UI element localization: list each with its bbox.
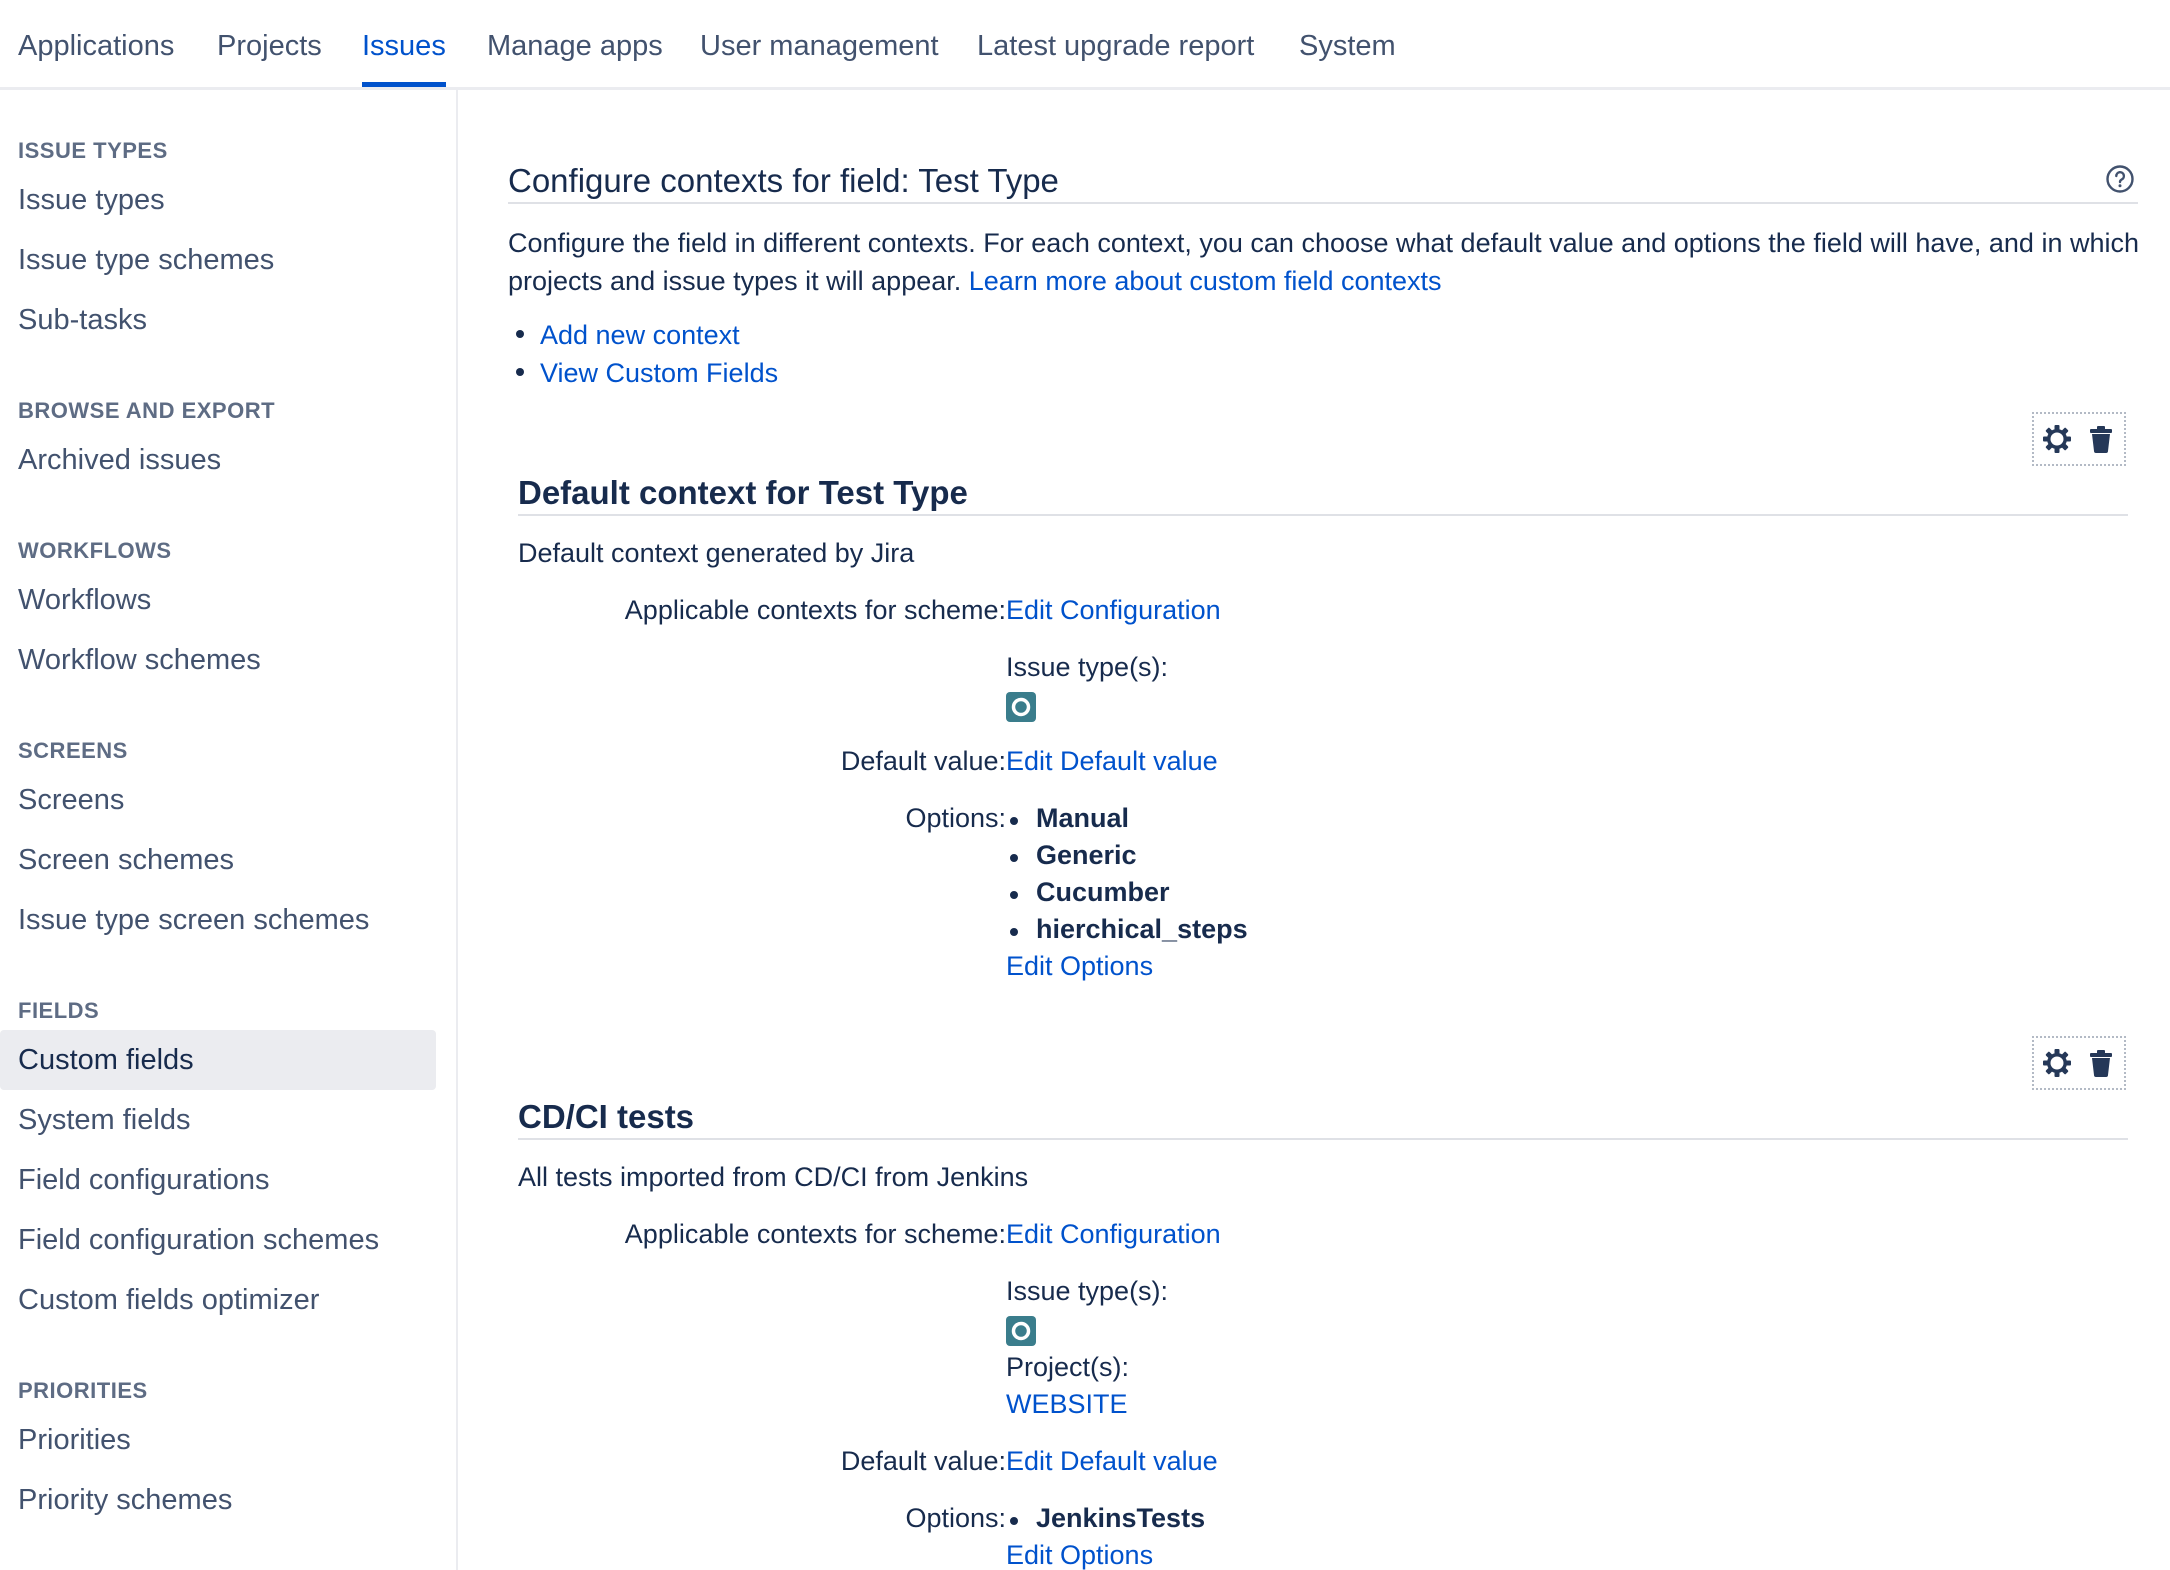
gear-icon[interactable] <box>2041 1047 2073 1079</box>
context-description: Default context generated by Jira <box>518 538 915 568</box>
project-link-website[interactable]: WEBSITE <box>1006 1389 1128 1420</box>
sidebar-item-priorities[interactable]: Priorities <box>0 1410 436 1470</box>
learn-more-link[interactable]: Learn more about custom field contexts <box>969 266 1442 296</box>
context-title: CD/CI tests <box>518 1098 695 1135</box>
edit-configuration-link[interactable]: Edit Configuration <box>1006 595 1221 626</box>
page-title: Configure contexts for field: Test Type <box>508 162 1059 199</box>
tab-latest-upgrade-report[interactable]: Latest upgrade report <box>977 30 1254 63</box>
projects-label: Project(s): <box>1006 1352 1130 1382</box>
sidebar-item-priority-schemes[interactable]: Priority schemes <box>0 1470 436 1530</box>
edit-default-value-link[interactable]: Edit Default value <box>1006 1446 1218 1477</box>
context-description: All tests imported from CD/CI from Jenki… <box>518 1162 1029 1192</box>
sidebar-item-screen-schemes[interactable]: Screen schemes <box>0 830 436 890</box>
sidebar-heading-workflows: WORKFLOWS <box>18 538 172 563</box>
tab-issues[interactable]: Issues <box>362 30 446 87</box>
default-value-label: Default value: <box>840 746 1006 776</box>
issue-types-label: Issue type(s): <box>1006 652 1169 682</box>
list-item: Cucumber <box>1010 877 1170 908</box>
test-issue-type-icon <box>1006 1316 1036 1346</box>
tab-user-management[interactable]: User management <box>700 30 939 63</box>
sidebar-item-issue-type-screen-schemes[interactable]: Issue type screen schemes <box>0 890 436 950</box>
edit-options-link[interactable]: Edit Options <box>1006 1540 1153 1570</box>
context-divider <box>518 514 2128 516</box>
main-content: Configure contexts for field: Test Type … <box>458 90 2170 1570</box>
title-divider <box>508 202 2138 204</box>
test-issue-type-icon <box>1006 692 1036 722</box>
tab-projects[interactable]: Projects <box>217 30 322 63</box>
issue-types-label: Issue type(s): <box>1006 1276 1169 1306</box>
tab-manage-apps[interactable]: Manage apps <box>487 30 663 63</box>
options-label: Options: <box>905 1503 1006 1533</box>
sidebar-heading-screens: SCREENS <box>18 738 128 763</box>
sidebar-item-sub-tasks[interactable]: Sub-tasks <box>0 290 436 350</box>
sidebar-item-issue-type-schemes[interactable]: Issue type schemes <box>0 230 436 290</box>
list-item: View Custom Fields <box>516 358 778 389</box>
edit-configuration-link[interactable]: Edit Configuration <box>1006 1219 1221 1250</box>
sidebar-item-custom-fields-optimizer[interactable]: Custom fields optimizer <box>0 1270 436 1330</box>
context-divider <box>518 1138 2128 1140</box>
page-description: Configure the field in different context… <box>508 228 2139 296</box>
sidebar-heading-issue-types: ISSUE TYPES <box>18 138 168 163</box>
sidebar-item-workflows[interactable]: Workflows <box>0 570 436 630</box>
applicable-contexts-label: Applicable contexts for scheme: <box>624 1219 1006 1249</box>
add-new-context-link[interactable]: Add new context <box>540 320 740 350</box>
list-item: Generic <box>1010 840 1137 871</box>
sidebar-item-custom-fields[interactable]: Custom fields <box>0 1030 436 1090</box>
list-item: JenkinsTests <box>1010 1503 1205 1534</box>
question-circle-icon[interactable] <box>2105 164 2135 194</box>
sidebar-item-archived-issues[interactable]: Archived issues <box>0 430 436 490</box>
sidebar-item-issue-types[interactable]: Issue types <box>0 170 436 230</box>
tab-system[interactable]: System <box>1299 30 1396 63</box>
admin-sidebar: ISSUE TYPES Issue types Issue type schem… <box>0 90 458 1570</box>
trash-icon[interactable] <box>2085 423 2117 455</box>
view-custom-fields-link[interactable]: View Custom Fields <box>540 358 778 388</box>
list-item: Add new context <box>516 320 740 351</box>
sidebar-heading-fields: FIELDS <box>18 998 100 1023</box>
list-item: Manual <box>1010 803 1129 834</box>
sidebar-item-screens[interactable]: Screens <box>0 770 436 830</box>
options-label: Options: <box>905 803 1006 833</box>
edit-default-value-link[interactable]: Edit Default value <box>1006 746 1218 777</box>
sidebar-heading-priorities: PRIORITIES <box>18 1378 148 1403</box>
gear-icon[interactable] <box>2041 423 2073 455</box>
default-value-label: Default value: <box>840 1446 1006 1476</box>
tab-applications[interactable]: Applications <box>18 30 174 63</box>
trash-icon[interactable] <box>2085 1047 2117 1079</box>
sidebar-item-field-configuration-schemes[interactable]: Field configuration schemes <box>0 1210 436 1270</box>
top-navigation: Applications Projects Issues Manage apps… <box>0 0 2170 90</box>
context-actions <box>2032 412 2126 466</box>
applicable-contexts-label: Applicable contexts for scheme: <box>624 595 1006 625</box>
context-actions <box>2032 1036 2126 1090</box>
active-tab-indicator <box>362 82 446 87</box>
edit-options-link[interactable]: Edit Options <box>1006 951 1153 982</box>
sidebar-heading-browse-and-export: BROWSE AND EXPORT <box>18 398 276 423</box>
sidebar-item-system-fields[interactable]: System fields <box>0 1090 436 1150</box>
context-title: Default context for Test Type <box>518 474 968 511</box>
list-item: hierchical_steps <box>1010 914 1248 945</box>
sidebar-item-field-configurations[interactable]: Field configurations <box>0 1150 436 1210</box>
sidebar-item-workflow-schemes[interactable]: Workflow schemes <box>0 630 436 690</box>
